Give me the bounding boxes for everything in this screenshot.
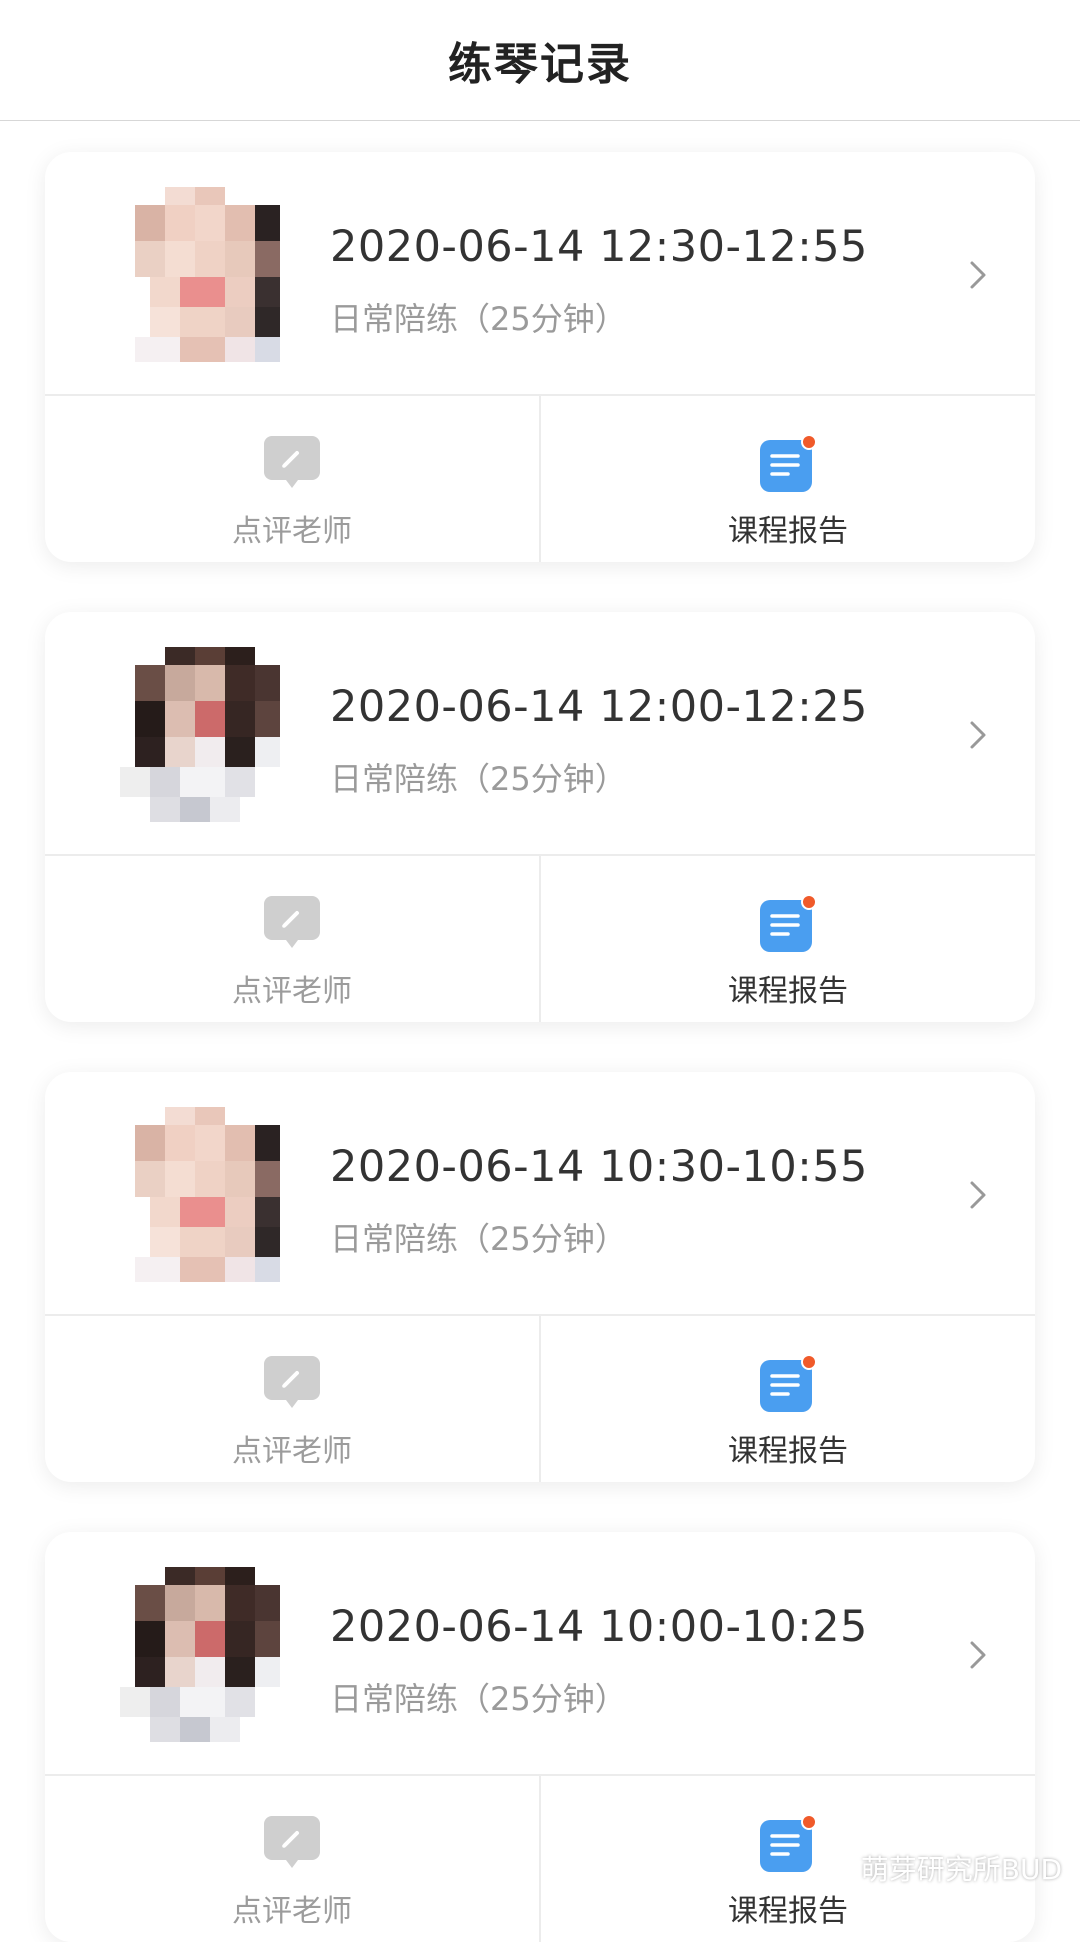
session-type: 日常陪练（25分钟） xyxy=(330,1680,627,1718)
session-type: 日常陪练（25分钟） xyxy=(330,1220,627,1258)
review-teacher-label: 点评老师 xyxy=(232,514,352,549)
teacher-avatar xyxy=(120,647,285,827)
report-icon xyxy=(758,434,818,494)
watermark-text: 萌芽研究所BUD xyxy=(860,1853,1062,1886)
comment-edit-icon xyxy=(262,434,322,494)
review-teacher-button[interactable]: 点评老师 xyxy=(45,1316,539,1482)
course-report-button[interactable]: 课程报告 xyxy=(541,396,1035,562)
teacher-avatar xyxy=(120,1567,285,1747)
chevron-right-icon[interactable] xyxy=(963,720,993,750)
record-summary[interactable]: 2020-06-14 12:30-12:55 日常陪练（25分钟） xyxy=(45,152,1035,394)
practice-record-card[interactable]: 2020-06-14 12:00-12:25 日常陪练（25分钟） 点评老师 课… xyxy=(45,612,1035,1022)
review-teacher-button[interactable]: 点评老师 xyxy=(45,856,539,1022)
course-report-button[interactable]: 课程报告 xyxy=(541,1316,1035,1482)
record-summary[interactable]: 2020-06-14 12:00-12:25 日常陪练（25分钟） xyxy=(45,612,1035,854)
report-icon xyxy=(758,894,818,954)
teacher-avatar xyxy=(120,187,285,367)
watermark: 萌芽研究所BUD xyxy=(821,1848,1062,1888)
session-time: 2020-06-14 10:30-10:55 xyxy=(330,1142,868,1192)
comment-edit-icon xyxy=(262,1814,322,1874)
session-type: 日常陪练（25分钟） xyxy=(330,300,627,338)
review-teacher-label: 点评老师 xyxy=(232,974,352,1009)
comment-edit-icon xyxy=(262,894,322,954)
chevron-right-icon[interactable] xyxy=(963,260,993,290)
report-icon xyxy=(758,1814,818,1874)
comment-edit-icon xyxy=(262,1354,322,1414)
page-title: 练琴记录 xyxy=(448,39,632,90)
record-summary[interactable]: 2020-06-14 10:00-10:25 日常陪练（25分钟） xyxy=(45,1532,1035,1774)
session-type: 日常陪练（25分钟） xyxy=(330,760,627,798)
session-time: 2020-06-14 10:00-10:25 xyxy=(330,1602,868,1652)
navigation-bar: 练琴记录 xyxy=(0,0,1080,121)
course-report-label: 课程报告 xyxy=(728,974,848,1009)
review-teacher-label: 点评老师 xyxy=(232,1434,352,1469)
course-report-label: 课程报告 xyxy=(728,1894,848,1929)
session-time: 2020-06-14 12:30-12:55 xyxy=(330,222,868,272)
practice-record-card[interactable]: 2020-06-14 10:30-10:55 日常陪练（25分钟） 点评老师 课… xyxy=(45,1072,1035,1482)
review-teacher-button[interactable]: 点评老师 xyxy=(45,1776,539,1942)
teacher-avatar xyxy=(120,1107,285,1287)
record-summary[interactable]: 2020-06-14 10:30-10:55 日常陪练（25分钟） xyxy=(45,1072,1035,1314)
chevron-right-icon[interactable] xyxy=(963,1180,993,1210)
course-report-button[interactable]: 课程报告 xyxy=(541,856,1035,1022)
course-report-label: 课程报告 xyxy=(728,1434,848,1469)
report-icon xyxy=(758,1354,818,1414)
session-time: 2020-06-14 12:00-12:25 xyxy=(330,682,868,732)
course-report-label: 课程报告 xyxy=(728,514,848,549)
practice-record-card[interactable]: 2020-06-14 12:30-12:55 日常陪练（25分钟） 点评老师 课… xyxy=(45,152,1035,562)
review-teacher-button[interactable]: 点评老师 xyxy=(45,396,539,562)
chevron-right-icon[interactable] xyxy=(963,1640,993,1670)
review-teacher-label: 点评老师 xyxy=(232,1894,352,1929)
wechat-icon xyxy=(821,1854,855,1882)
